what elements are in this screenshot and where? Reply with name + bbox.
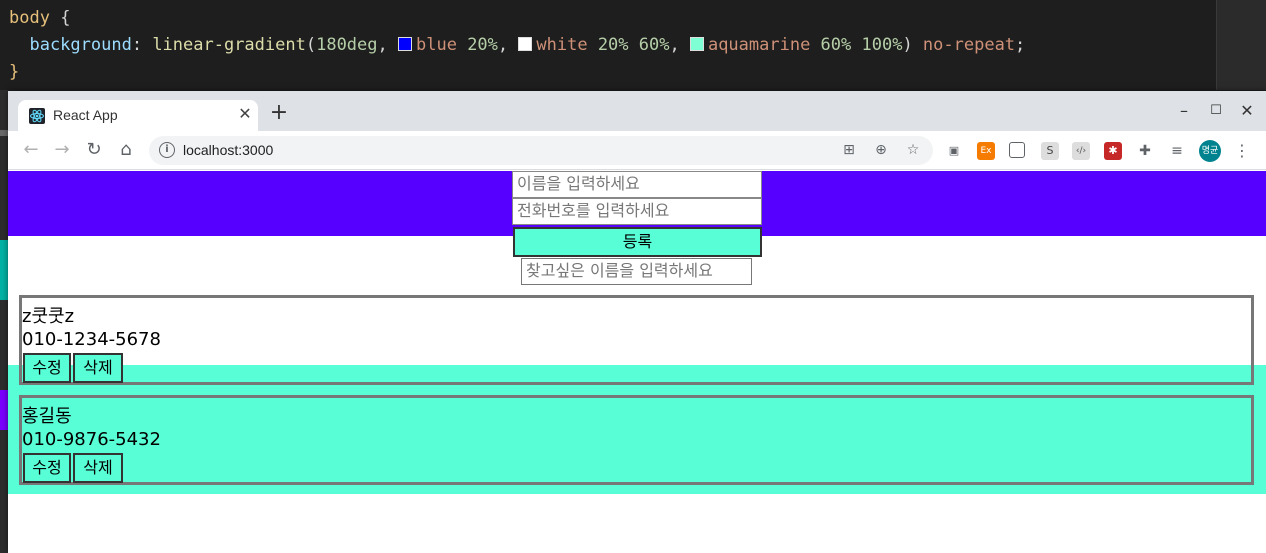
code-color-blue: blue [416, 35, 457, 55]
edit-button[interactable]: 수정 [23, 353, 71, 383]
edge-mark [0, 130, 8, 136]
code-colon: : [131, 35, 153, 55]
tab-strip: React App ✕ + – ☐ ✕ [8, 91, 1266, 131]
code-comma: , [669, 35, 690, 55]
extension-window-icon[interactable] [1009, 142, 1025, 158]
reload-icon[interactable]: ↻ [83, 139, 105, 161]
code-brace-open: { [49, 8, 71, 28]
contact-card: z쿳쿳z 010-1234-5678 수정 삭제 [19, 295, 1254, 385]
edge-mark [0, 240, 8, 300]
code-repeat: no-repeat [922, 35, 1016, 55]
react-icon [29, 108, 45, 124]
contact-phone: 010-1234-5678 [22, 329, 161, 350]
new-tab-button[interactable]: + [268, 102, 290, 124]
search-input[interactable]: 찾고싶은 이름을 입력하세요 [521, 258, 752, 285]
code-paren-open: ( [305, 35, 317, 55]
extension-bug-icon[interactable]: ✱ [1104, 142, 1122, 160]
delete-button[interactable]: 삭제 [73, 453, 123, 483]
code-angle: 180deg [316, 35, 378, 55]
code-text: body { background: linear-gradient(180de… [9, 5, 1025, 86]
code-stop: 20% 60% [587, 35, 670, 55]
browser-toolbar: ← → ↻ ⌂ i localhost:3000 ⊞ ⊕ ☆ ▣ Ex S ‹/… [8, 131, 1266, 170]
url-text[interactable]: localhost:3000 [183, 142, 273, 158]
bookmark-star-icon[interactable]: ☆ [904, 141, 922, 159]
code-stop: 60% 100% [810, 35, 903, 55]
editor-minimap [1216, 0, 1266, 90]
code-comma: , [497, 35, 519, 55]
background-window-edge [0, 90, 8, 553]
tab-react-app[interactable]: React App ✕ [18, 100, 258, 131]
translate-icon[interactable]: ⊞ [840, 141, 858, 159]
edge-mark [0, 390, 8, 430]
code-function: linear-gradient [152, 35, 306, 55]
avatar[interactable]: 명균 [1199, 140, 1221, 162]
contact-phone: 010-9876-5432 [22, 429, 161, 450]
back-icon[interactable]: ← [20, 139, 42, 161]
info-icon[interactable]: i [159, 142, 175, 158]
browser-window: React App ✕ + – ☐ ✕ ← → ↻ ⌂ i localhost:… [8, 91, 1266, 553]
extension-cast-icon[interactable]: ▣ [945, 142, 963, 160]
extension-s-icon[interactable]: S [1041, 142, 1059, 160]
contact-name: z쿳쿳z [22, 306, 75, 327]
contact-name: 홍길동 [22, 406, 72, 427]
home-icon[interactable]: ⌂ [115, 139, 137, 161]
color-swatch-blue[interactable] [398, 37, 412, 51]
close-icon[interactable]: ✕ [236, 105, 254, 123]
extension-ex-icon[interactable]: Ex [977, 142, 995, 160]
minimize-button[interactable]: – [1174, 101, 1194, 121]
playlist-icon[interactable]: ≡ [1168, 142, 1186, 160]
tab-title: React App [53, 107, 118, 123]
code-comma: , [377, 35, 398, 55]
maximize-button[interactable]: ☐ [1206, 101, 1226, 121]
code-paren-close: ) [902, 35, 923, 55]
code-semicolon: ; [1015, 35, 1026, 55]
phone-input[interactable]: 전화번호를 입력하세요 [512, 198, 762, 225]
color-swatch-aquamarine[interactable] [689, 37, 704, 51]
color-swatch-white[interactable] [518, 37, 533, 51]
code-property: background [9, 35, 132, 55]
window-close-button[interactable]: ✕ [1237, 101, 1257, 121]
code-selector: body [9, 8, 50, 28]
extension-code-icon[interactable]: ‹/› [1072, 142, 1090, 160]
delete-button[interactable]: 삭제 [73, 353, 123, 383]
address-bar[interactable]: i localhost:3000 ⊞ ⊕ ☆ [149, 136, 933, 165]
zoom-icon[interactable]: ⊕ [872, 141, 890, 159]
more-icon[interactable]: ⋮ [1233, 142, 1251, 160]
contact-card: 홍길동 010-9876-5432 수정 삭제 [19, 395, 1254, 485]
code-stop: 20% [456, 35, 498, 55]
code-color-aquamarine: aquamarine [707, 35, 811, 55]
code-brace-close: } [9, 62, 20, 82]
name-input[interactable]: 이름을 입력하세요 [512, 171, 762, 198]
register-button[interactable]: 등록 [513, 227, 762, 257]
puzzle-icon[interactable]: ✚ [1136, 142, 1154, 160]
code-color-white: white [536, 35, 588, 55]
forward-icon[interactable]: → [51, 139, 73, 161]
page-viewport: 이름을 입력하세요 전화번호를 입력하세요 등록 찾고싶은 이름을 입력하세요 … [8, 171, 1266, 553]
edit-button[interactable]: 수정 [23, 453, 71, 483]
